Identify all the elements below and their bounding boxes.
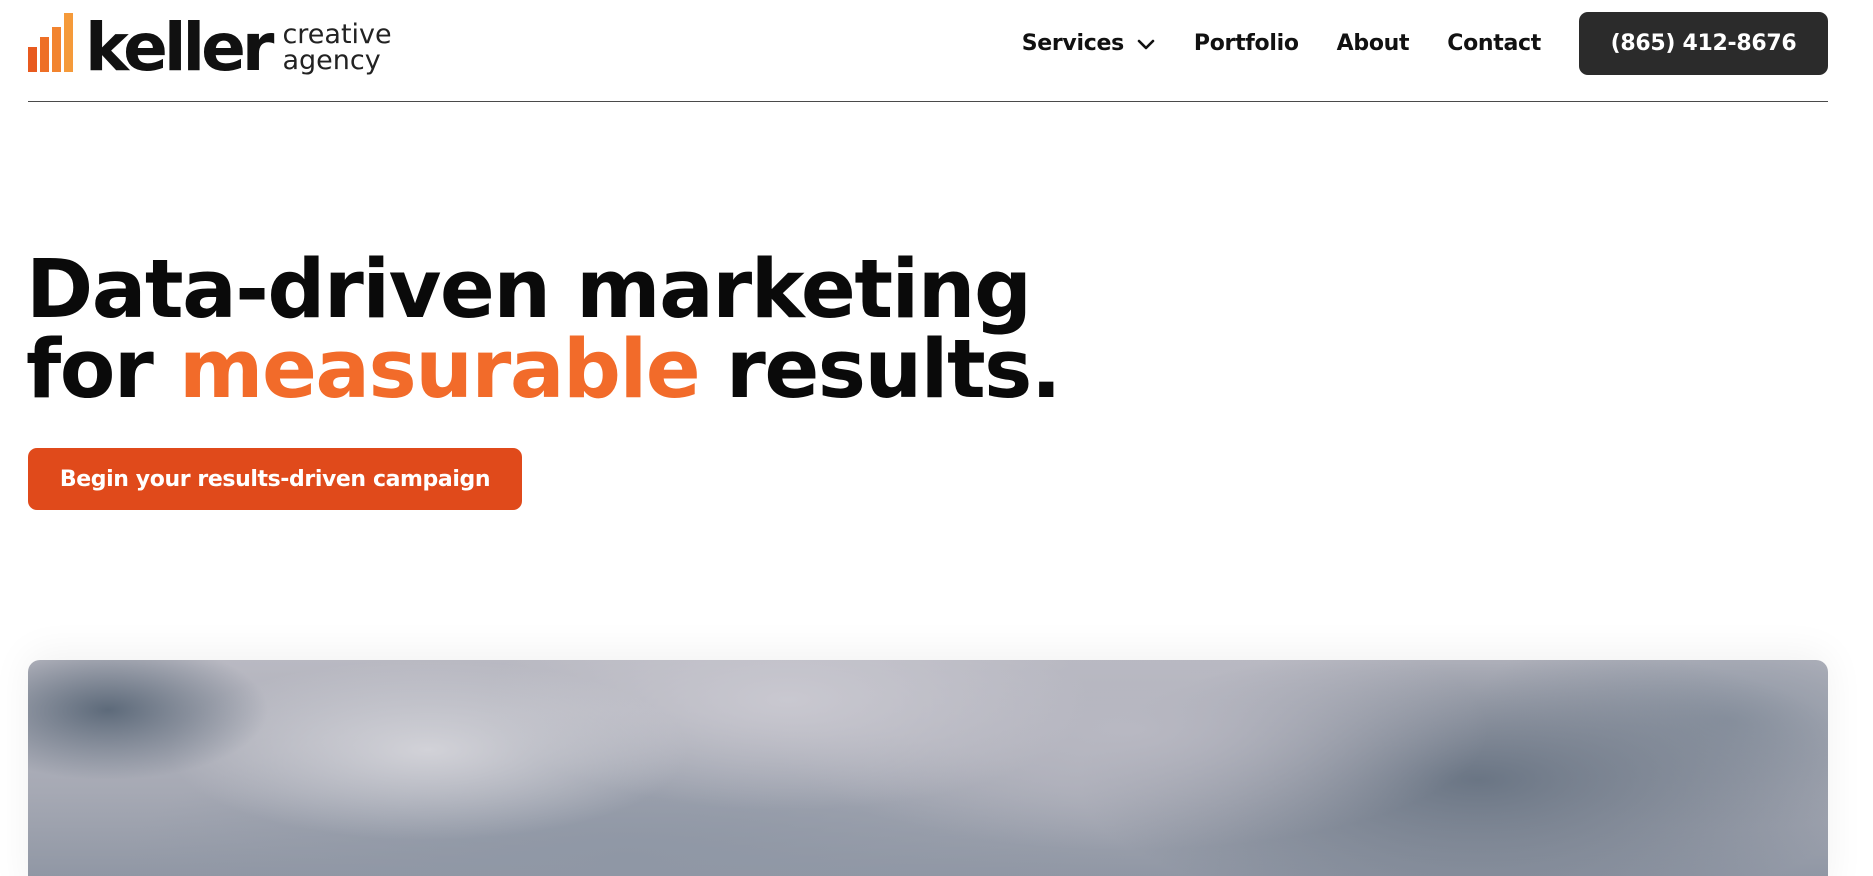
logo-subtitle: creative agency (282, 21, 391, 76)
hero-headline-for: for (26, 323, 154, 417)
main-nav: Services Portfolio About Contact (865) 4… (1022, 12, 1828, 75)
bar-chart-logo-icon (28, 13, 73, 72)
site-header: keller creative agency Services Portfoli… (28, 0, 1828, 102)
nav-services-label: Services (1021, 31, 1124, 56)
hero-headline-results: results. (725, 323, 1062, 417)
hero-headline: Data-driven marketing for measurable res… (26, 243, 1062, 411)
logo-subtitle-line2: agency (282, 45, 381, 76)
logo-wordmark: keller (85, 9, 274, 86)
chevron-down-icon[interactable] (1136, 34, 1156, 54)
cloudy-sky-image (28, 660, 1828, 876)
hero-headline-accent: measurable (179, 323, 701, 417)
nav-portfolio[interactable]: Portfolio (1194, 31, 1299, 56)
nav-contact[interactable]: Contact (1447, 31, 1541, 56)
phone-button[interactable]: (865) 412-8676 (1579, 12, 1828, 75)
begin-campaign-button[interactable]: Begin your results-driven campaign (28, 448, 522, 510)
nav-about[interactable]: About (1337, 31, 1410, 56)
nav-services[interactable]: Services (1022, 31, 1156, 56)
hero-headline-line1: Data-driven marketing (26, 243, 1032, 337)
hero-headline-line2: for measurable results. (26, 330, 1062, 411)
logo[interactable]: keller creative agency (28, 9, 392, 86)
